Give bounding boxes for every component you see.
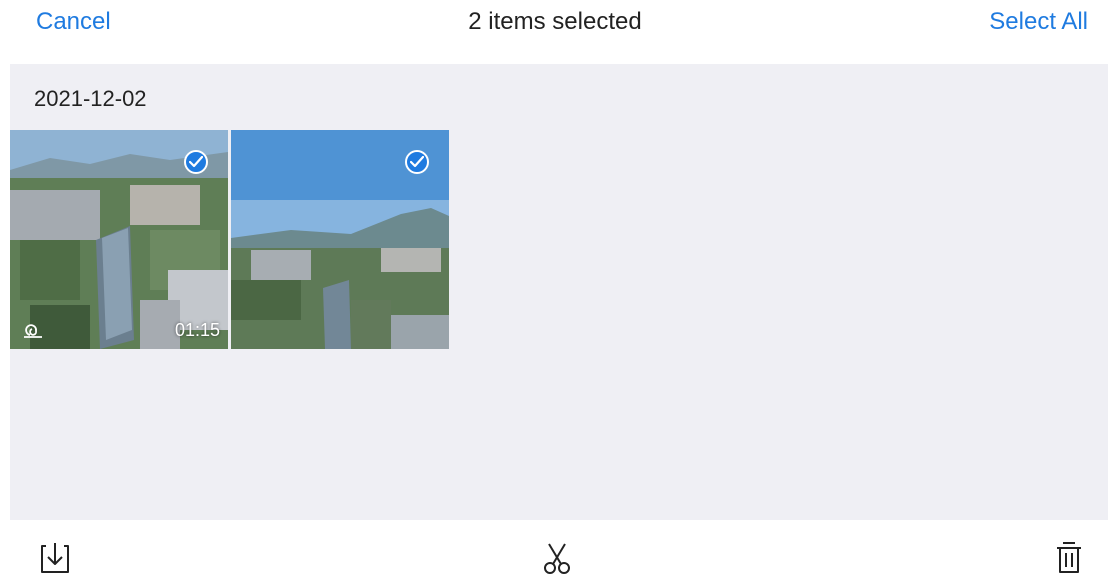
select-all-button[interactable]: Select All [989, 8, 1088, 36]
trash-icon[interactable] [1052, 540, 1086, 576]
scissors-icon[interactable] [540, 540, 574, 576]
hyperlapse-icon [22, 323, 44, 339]
media-thumbnail-photo[interactable] [231, 130, 449, 349]
media-thumbnail-video[interactable]: 01:15 [10, 130, 228, 349]
video-duration: 01:15 [174, 320, 220, 340]
download-icon[interactable] [38, 540, 72, 576]
top-bar: Cancel 2 items selected Select All [0, 0, 1110, 64]
bottom-toolbar [0, 520, 1110, 580]
date-header: 2021-12-02 [34, 86, 147, 111]
selected-check-icon[interactable] [184, 150, 208, 174]
gallery-content: 2021-12-02 01:15 [10, 64, 1108, 520]
selection-count-title: 2 items selected [468, 8, 642, 35]
selected-check-icon[interactable] [405, 150, 429, 174]
